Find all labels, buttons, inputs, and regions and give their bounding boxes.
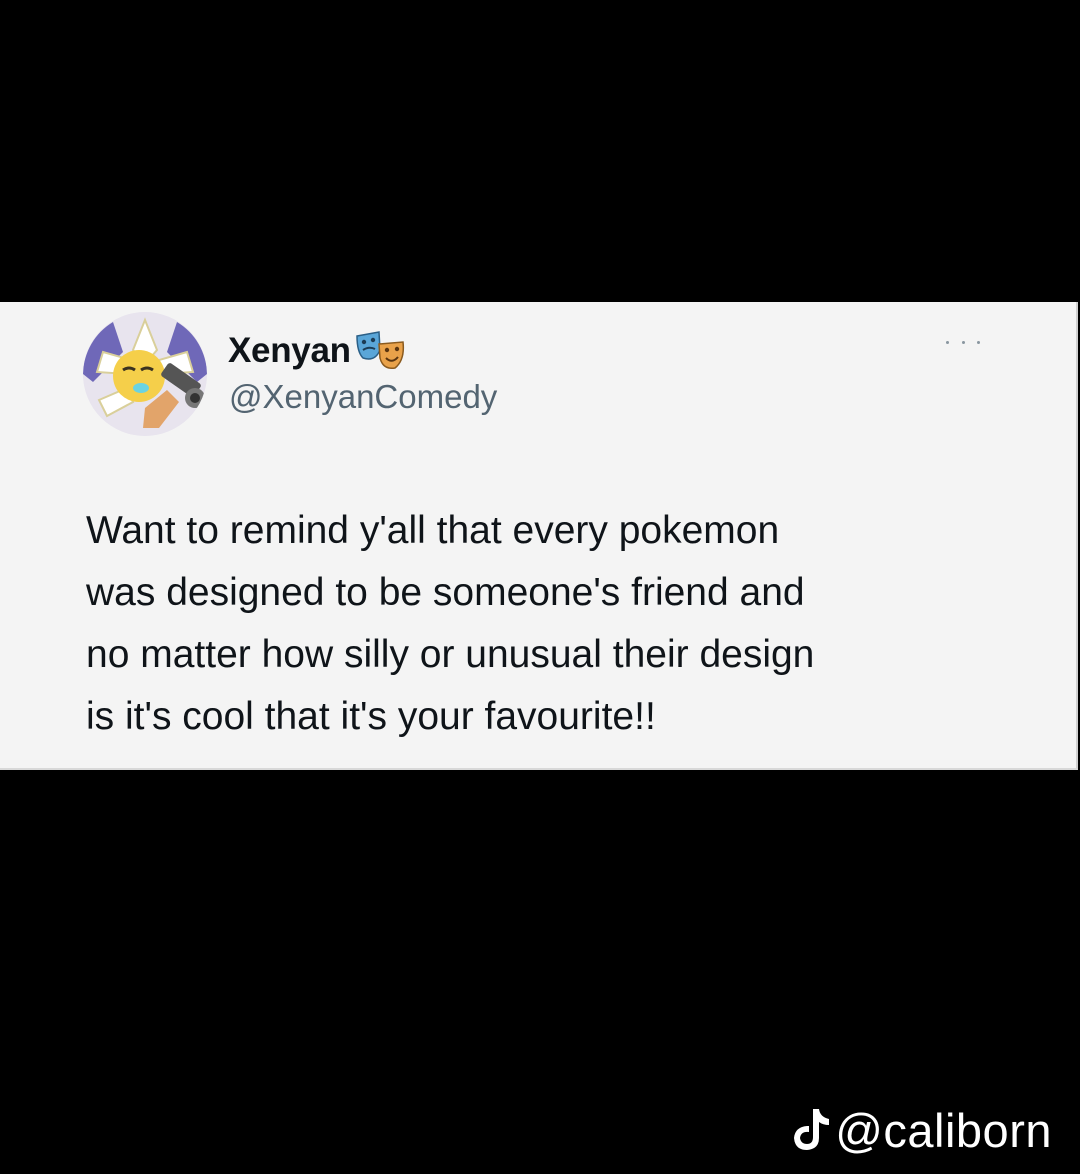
more-dot <box>961 340 965 344</box>
avatar-image <box>83 312 207 436</box>
avatar[interactable] <box>83 312 207 436</box>
username-handle[interactable]: @XenyanComedy <box>229 378 497 416</box>
video-frame: Xenyan @XenyanComedy Want to remind y'al… <box>0 0 1080 1174</box>
display-name[interactable]: Xenyan <box>228 331 351 371</box>
more-options-icon[interactable] <box>946 334 980 350</box>
tweet-card: Xenyan @XenyanComedy Want to remind y'al… <box>0 302 1078 770</box>
more-dot <box>946 340 949 344</box>
tweet-text: Want to remind y'all that every pokemon … <box>86 509 815 738</box>
tiktok-logo-icon <box>791 1107 831 1153</box>
tiktok-watermark: @caliborn <box>791 1098 1052 1162</box>
performing-arts-masks-icon <box>353 330 409 372</box>
watermark-handle: @caliborn <box>835 1103 1052 1157</box>
display-name-row: Xenyan <box>228 327 409 375</box>
more-dot <box>977 340 980 344</box>
